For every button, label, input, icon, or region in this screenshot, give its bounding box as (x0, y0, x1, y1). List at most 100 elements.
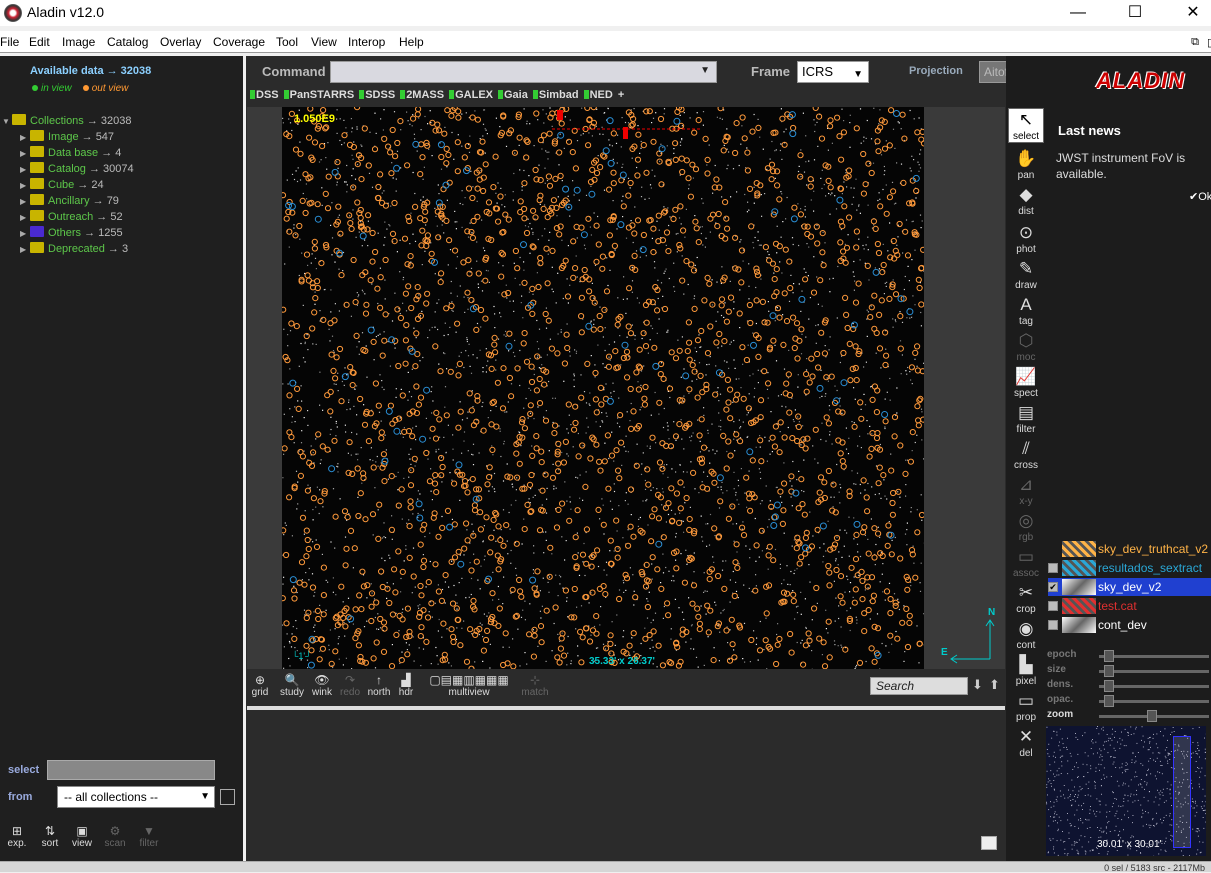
search-input[interactable]: Search (870, 677, 968, 695)
survey-ned[interactable]: NED (584, 89, 613, 101)
menu-interop[interactable]: Interop (348, 35, 385, 49)
news-ok-button[interactable]: ✔Ok (1189, 190, 1211, 203)
close-button[interactable]: ✕ (1170, 2, 1211, 24)
tool-pixel-button[interactable]: ▙pixel (1008, 654, 1044, 687)
study-button[interactable]: 🔍study (277, 673, 307, 698)
survey-panstarrs[interactable]: PanSTARRS (284, 89, 355, 101)
tool-select-button[interactable]: ↖select (1008, 108, 1044, 143)
menu-coverage[interactable]: Coverage (213, 35, 265, 49)
frame-select[interactable]: ICRS ▼ (797, 61, 869, 83)
tool-dist-button[interactable]: ◆dist (1008, 184, 1044, 217)
chevron-down-icon[interactable]: ▼ (2, 114, 12, 130)
survey-2mass[interactable]: 2MASS (400, 89, 444, 101)
epoch-slider[interactable]: epoch (1047, 649, 1211, 663)
tree-item-ancillary[interactable]: ▶Ancillary → 79 (20, 193, 119, 209)
size-slider[interactable]: size (1047, 664, 1211, 678)
menu-overlay[interactable]: Overlay (160, 35, 201, 49)
dens-slider[interactable]: dens. (1047, 679, 1211, 693)
survey-add[interactable]: + (618, 89, 624, 101)
tool-crop-button[interactable]: ✂crop (1008, 582, 1044, 615)
chevron-right-icon[interactable]: ▶ (20, 162, 30, 178)
tree-item-catalog[interactable]: ▶Catalog → 30074 (20, 161, 134, 177)
command-input[interactable]: ▼ (330, 61, 717, 83)
tool-phot-button[interactable]: ⊙phot (1008, 222, 1044, 255)
chevron-right-icon[interactable]: ▶ (20, 210, 30, 226)
minimize-button[interactable]: — (1055, 2, 1101, 24)
tree-item-data-base[interactable]: ▶Data base → 4 (20, 145, 121, 161)
grid-button[interactable]: ⊕grid (249, 673, 271, 698)
layer-row[interactable]: cont_dev (1048, 616, 1211, 634)
select-input[interactable] (47, 760, 215, 780)
restore-icon[interactable]: ⧉ (1191, 36, 1199, 49)
tool-x-y-button[interactable]: ⊿x-y (1008, 474, 1044, 507)
slider-knob[interactable] (1104, 695, 1114, 707)
chevron-right-icon[interactable]: ▶ (20, 226, 30, 242)
layer-row[interactable]: test.cat (1048, 597, 1211, 615)
opac-slider[interactable]: opac. (1047, 694, 1211, 708)
chevron-right-icon[interactable]: ▶ (20, 242, 30, 258)
chevron-right-icon[interactable]: ▶ (20, 146, 30, 162)
search-prev-icon[interactable]: ⬆ (989, 677, 1000, 693)
tree-item-cube[interactable]: ▶Cube → 24 (20, 177, 104, 193)
tool-pan-button[interactable]: ✋pan (1008, 148, 1044, 181)
tool-moc-button[interactable]: ⬡moc (1008, 330, 1044, 363)
menu-file[interactable]: File (0, 35, 19, 49)
chevron-right-icon[interactable]: ▶ (20, 194, 30, 210)
tree-item-deprecated[interactable]: ▶Deprecated → 3 (20, 241, 128, 257)
tool-spect-button[interactable]: 📈spect (1008, 366, 1044, 399)
menu-view[interactable]: View (311, 35, 337, 49)
survey-simbad[interactable]: Simbad (533, 89, 579, 101)
tree-item-outreach[interactable]: ▶Outreach → 52 (20, 209, 123, 225)
layer-visibility-checkbox[interactable] (1048, 601, 1058, 611)
layer-visibility-checkbox[interactable]: ✔ (1048, 582, 1058, 592)
wink-button[interactable]: 👁wink (309, 673, 335, 698)
search-next-icon[interactable]: ⬇ (972, 677, 983, 693)
tool-tag-button[interactable]: Atag (1008, 294, 1044, 327)
survey-galex[interactable]: GALEX (449, 89, 493, 101)
multiview-button[interactable]: ▢▤▦▥▦▦▦multiview (422, 673, 516, 698)
overview-map[interactable]: 30.01' x 30.01' (1046, 726, 1206, 856)
survey-gaia[interactable]: Gaia (498, 89, 528, 101)
layer-row[interactable]: resultados_sextract (1048, 559, 1211, 577)
filter-button[interactable]: ▼filter (132, 824, 166, 849)
tool-filter-button[interactable]: ▤filter (1008, 402, 1044, 435)
layer-visibility-checkbox[interactable] (1048, 620, 1058, 630)
slider-knob[interactable] (1104, 650, 1114, 662)
layer-visibility-checkbox[interactable] (1048, 563, 1058, 573)
redo-button[interactable]: ↷redo (338, 673, 362, 698)
tool-cont-button[interactable]: ◉cont (1008, 618, 1044, 651)
overview-view-box[interactable] (1173, 736, 1191, 848)
tool-del-button[interactable]: ✕del (1008, 726, 1044, 759)
chevron-right-icon[interactable]: ▶ (20, 178, 30, 194)
menu-catalog[interactable]: Catalog (107, 35, 148, 49)
undock-icon[interactable]: ▯ (1207, 36, 1211, 49)
menu-image[interactable]: Image (62, 35, 95, 49)
chevron-down-icon[interactable]: ▼ (700, 65, 710, 76)
tree-item-image[interactable]: ▶Image → 547 (20, 129, 114, 145)
layer-row[interactable]: sky_dev_truthcat_v2 (1048, 540, 1211, 558)
tree-item-others[interactable]: ▶Others → 1255 (20, 225, 123, 241)
north-button[interactable]: ↑north (365, 673, 393, 698)
from-select[interactable]: -- all collections -- ▼ (57, 786, 215, 808)
tool-prop-button[interactable]: ▭prop (1008, 690, 1044, 723)
menu-edit[interactable]: Edit (29, 35, 50, 49)
zoom-slider[interactable]: zoom (1047, 709, 1211, 723)
sky-view[interactable]: 1.050E9 └1'┘ 35.33' x 26.37' (282, 107, 924, 669)
view-button[interactable]: ▣view (65, 824, 99, 849)
tool-rgb-button[interactable]: ◎rgb (1008, 510, 1044, 543)
slider-knob[interactable] (1104, 680, 1114, 692)
tool-cross-button[interactable]: ⫽cross (1008, 438, 1044, 471)
tool-assoc-button[interactable]: ▭assoc (1008, 546, 1044, 579)
scan-button[interactable]: ⚙scan (98, 824, 132, 849)
layer-row[interactable]: ✔sky_dev_v2 (1048, 578, 1211, 596)
maximize-button[interactable]: ☐ (1112, 2, 1158, 24)
menu-help[interactable]: Help (399, 35, 424, 49)
collections-menu-icon[interactable] (220, 789, 235, 805)
menu-tool[interactable]: Tool (276, 35, 298, 49)
tree-item-collections[interactable]: ▼Collections → 32038 (2, 113, 132, 129)
hdr-button[interactable]: ▟hdr (396, 673, 416, 698)
match-button[interactable]: ⊹match (518, 673, 552, 698)
survey-dss[interactable]: DSS (250, 89, 279, 101)
exp-button[interactable]: ⊞exp. (0, 824, 34, 849)
console-undock-icon[interactable] (981, 836, 997, 850)
